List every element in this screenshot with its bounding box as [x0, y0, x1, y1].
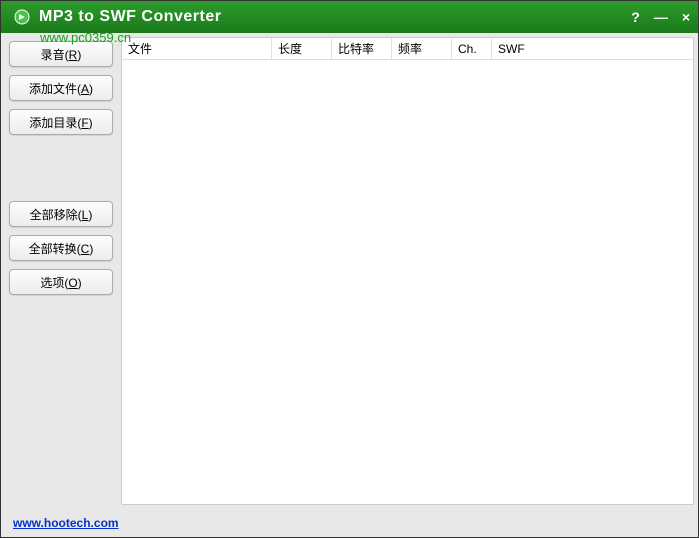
window-title: MP3 to SWF Converter	[39, 8, 631, 26]
window-controls: ? — ×	[631, 10, 690, 24]
convert-all-button[interactable]: 全部转换(C)	[9, 235, 113, 261]
add-folder-button[interactable]: 添加目录(F)	[9, 109, 113, 135]
titlebar: MP3 to SWF Converter ? — ×	[1, 1, 698, 33]
close-button[interactable]: ×	[682, 10, 690, 24]
add-file-label: 添加文件(A)	[29, 80, 93, 97]
column-header-file[interactable]: 文件	[122, 38, 272, 59]
spacer	[9, 143, 113, 193]
column-header-length[interactable]: 长度	[272, 38, 332, 59]
options-label: 选项(O)	[40, 274, 81, 291]
convert-all-label: 全部转换(C)	[29, 240, 94, 257]
column-header-frequency[interactable]: 频率	[392, 38, 452, 59]
remove-all-button[interactable]: 全部移除(L)	[9, 201, 113, 227]
body: 录音(R) 添加文件(A) 添加目录(F) 全部移除(L) 全部转换(C) 选项…	[1, 33, 698, 509]
record-label: 录音(R)	[41, 46, 82, 63]
sidebar: 录音(R) 添加文件(A) 添加目录(F) 全部移除(L) 全部转换(C) 选项…	[1, 33, 121, 509]
options-button[interactable]: 选项(O)	[9, 269, 113, 295]
footer-link[interactable]: www.hootech.com	[13, 516, 119, 530]
main-panel: 文件 长度 比特率 频率 Ch. SWF	[121, 37, 694, 505]
record-button[interactable]: 录音(R)	[9, 41, 113, 67]
help-button[interactable]: ?	[631, 10, 640, 24]
add-file-button[interactable]: 添加文件(A)	[9, 75, 113, 101]
table-body[interactable]	[122, 60, 693, 504]
footer: www.hootech.com	[1, 509, 698, 537]
app-icon	[13, 8, 31, 26]
table-header: 文件 长度 比特率 频率 Ch. SWF	[122, 38, 693, 60]
add-folder-label: 添加目录(F)	[29, 114, 92, 131]
minimize-button[interactable]: —	[654, 10, 668, 24]
column-header-swf[interactable]: SWF	[492, 38, 693, 59]
column-header-channels[interactable]: Ch.	[452, 38, 492, 59]
app-window: MP3 to SWF Converter ? — × 录音(R) 添加文件(A)…	[0, 0, 699, 538]
remove-all-label: 全部移除(L)	[30, 206, 93, 223]
column-header-bitrate[interactable]: 比特率	[332, 38, 392, 59]
